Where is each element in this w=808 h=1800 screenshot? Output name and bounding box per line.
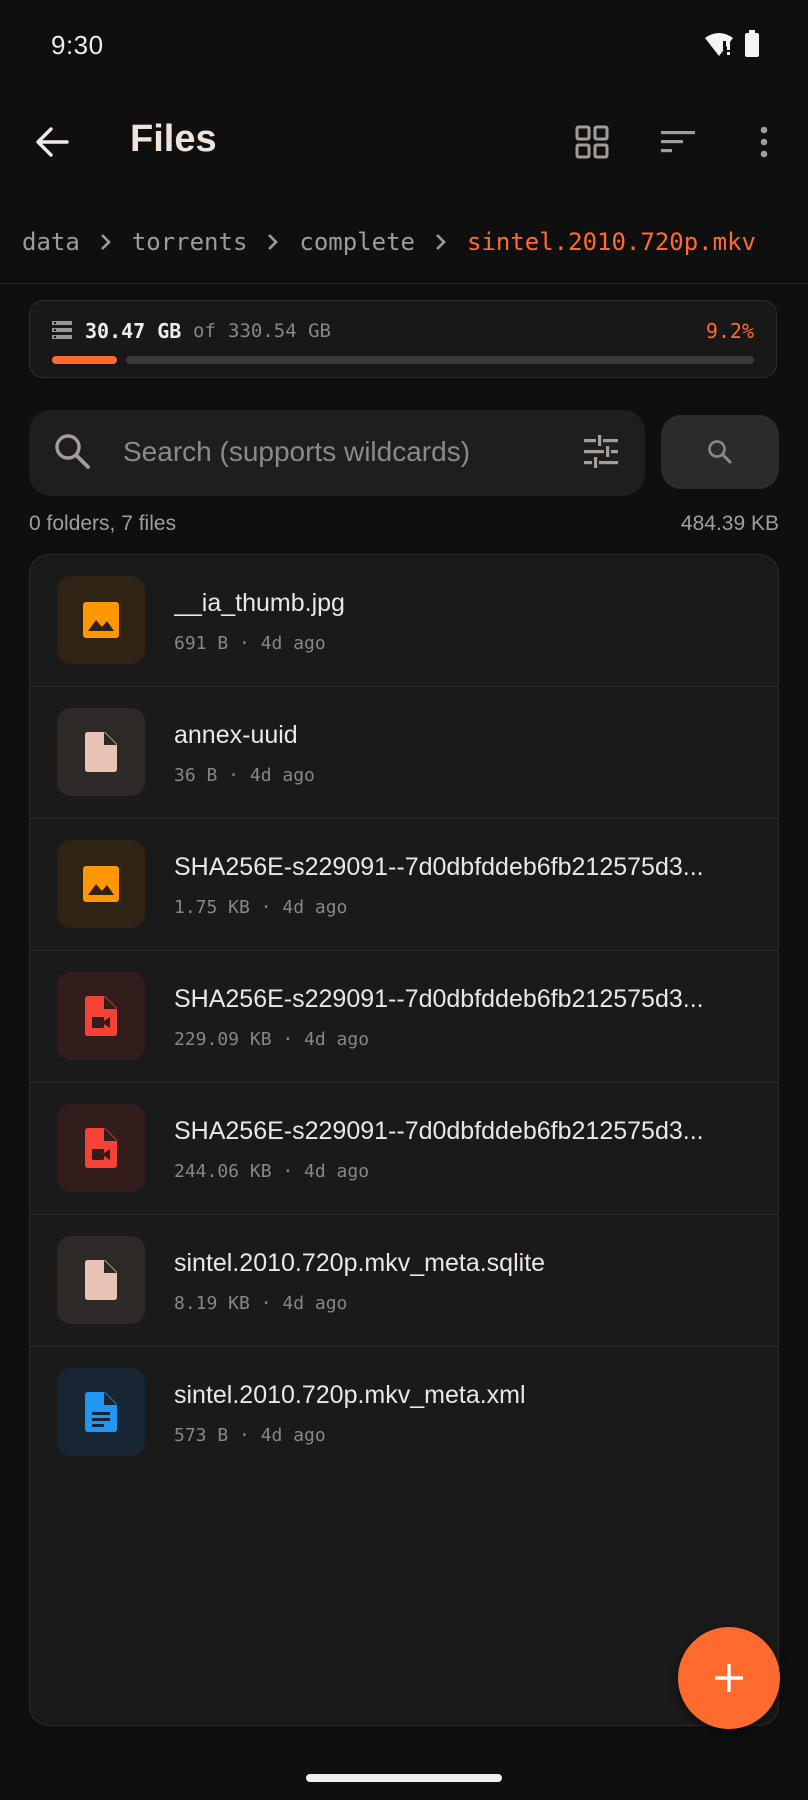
storage-card: 30.47 GB of 330.54 GB 9.2%	[29, 300, 777, 378]
storage-bar-fill	[52, 356, 117, 364]
file-icon	[85, 1260, 117, 1300]
search-box	[29, 410, 645, 496]
file-thumbnail	[57, 972, 145, 1060]
breadcrumb: data torrents complete sintel.2010.720p.…	[22, 222, 808, 262]
search-icon	[708, 440, 732, 464]
file-meta: 691 B · 4d ago	[174, 633, 326, 654]
storage-total: 330.54 GB	[228, 320, 331, 342]
breadcrumb-item-current[interactable]: sintel.2010.720p.mkv	[467, 228, 756, 256]
file-meta: 36 B · 4d ago	[174, 765, 315, 786]
file-name: SHA256E-s229091--7d0dbfddeb6fb212575d3..…	[174, 1117, 704, 1145]
search-icon	[53, 432, 93, 477]
list-item[interactable]: SHA256E-s229091--7d0dbfddeb6fb212575d3..…	[30, 1083, 778, 1215]
list-item[interactable]: sintel.2010.720p.mkv_meta.xml 573 B · 4d…	[30, 1347, 778, 1479]
status-icons	[704, 30, 760, 63]
add-button[interactable]	[678, 1627, 780, 1729]
file-name: SHA256E-s229091--7d0dbfddeb6fb212575d3..…	[174, 985, 704, 1013]
storage-used: 30.47 GB	[85, 319, 182, 343]
search-button[interactable]	[661, 415, 779, 489]
file-name: annex-uuid	[174, 721, 298, 749]
home-indicator[interactable]	[306, 1774, 502, 1782]
file-meta: 573 B · 4d ago	[174, 1425, 326, 1446]
list-item[interactable]: __ia_thumb.jpg 691 B · 4d ago	[30, 555, 778, 687]
file-icon	[85, 732, 117, 772]
storage-of-label: of	[193, 320, 216, 342]
more-vert-icon	[760, 126, 768, 158]
file-meta: 1.75 KB · 4d ago	[174, 897, 348, 918]
list-item[interactable]: sintel.2010.720p.mkv_meta.sqlite 8.19 KB…	[30, 1215, 778, 1347]
file-meta: 8.19 KB · 4d ago	[174, 1293, 348, 1314]
file-thumbnail	[57, 576, 145, 664]
back-button[interactable]	[20, 110, 84, 174]
chevron-right-icon	[80, 233, 132, 251]
storage-icon	[52, 321, 72, 343]
sort-icon	[661, 131, 695, 153]
page-title: Files	[130, 118, 217, 160]
status-time: 9:30	[51, 30, 104, 60]
image-icon	[83, 602, 119, 638]
video-file-icon	[85, 996, 117, 1036]
document-icon	[85, 1392, 117, 1432]
file-thumbnail	[57, 840, 145, 928]
search-input[interactable]	[123, 428, 583, 476]
filter-settings-icon[interactable]	[581, 432, 621, 477]
wifi-alert-icon	[704, 31, 734, 62]
breadcrumb-item-data[interactable]: data	[22, 228, 80, 256]
status-bar: 9:30	[0, 0, 808, 96]
file-thumbnail	[57, 1236, 145, 1324]
app-bar: Files	[0, 96, 808, 196]
video-file-icon	[85, 1128, 117, 1168]
breadcrumb-item-torrents[interactable]: torrents	[132, 228, 248, 256]
sort-button[interactable]	[646, 110, 710, 174]
folder-file-count: 0 folders, 7 files	[29, 512, 177, 535]
list-item[interactable]: SHA256E-s229091--7d0dbfddeb6fb212575d3..…	[30, 819, 778, 951]
file-thumbnail	[57, 708, 145, 796]
list-item[interactable]: SHA256E-s229091--7d0dbfddeb6fb212575d3..…	[30, 951, 778, 1083]
file-name: sintel.2010.720p.mkv_meta.sqlite	[174, 1249, 546, 1277]
file-name: __ia_thumb.jpg	[174, 589, 345, 617]
file-name: sintel.2010.720p.mkv_meta.xml	[174, 1381, 526, 1409]
grid-view-button[interactable]	[560, 110, 624, 174]
total-size: 484.39 KB	[680, 512, 779, 535]
more-options-button[interactable]	[732, 110, 796, 174]
back-arrow-icon	[36, 127, 69, 157]
file-meta: 244.06 KB · 4d ago	[174, 1161, 370, 1182]
file-thumbnail	[57, 1368, 145, 1456]
storage-percent: 9.2%	[705, 319, 754, 343]
grid-view-icon	[575, 125, 609, 159]
add-icon	[715, 1664, 743, 1692]
breadcrumb-item-complete[interactable]: complete	[299, 228, 415, 256]
file-thumbnail	[57, 1104, 145, 1192]
storage-bar-track	[126, 356, 754, 364]
chevron-right-icon	[415, 233, 467, 251]
list-item[interactable]: annex-uuid 36 B · 4d ago	[30, 687, 778, 819]
divider	[0, 283, 808, 284]
file-list: __ia_thumb.jpg 691 B · 4d ago annex-uuid…	[29, 554, 779, 1726]
image-icon	[83, 866, 119, 902]
chevron-right-icon	[247, 233, 299, 251]
file-meta: 229.09 KB · 4d ago	[174, 1029, 370, 1050]
battery-icon	[744, 30, 760, 63]
file-name: SHA256E-s229091--7d0dbfddeb6fb212575d3..…	[174, 853, 704, 881]
